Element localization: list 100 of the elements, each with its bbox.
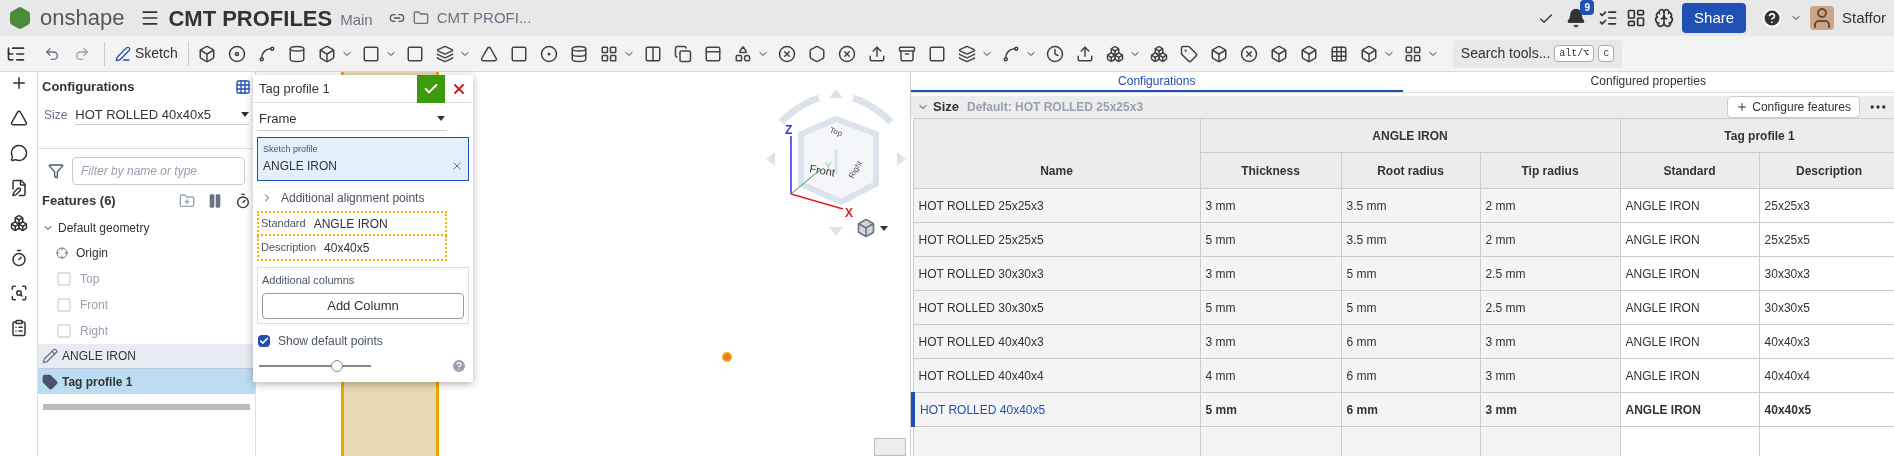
boxes-icon[interactable] xyxy=(1149,44,1168,63)
table-cell: 6 mm xyxy=(1341,358,1480,393)
table-cell: HOT ROLLED 25x25x3 xyxy=(913,188,1200,223)
pause-icon[interactable] xyxy=(207,193,223,209)
search-placeholder: Search tools... xyxy=(1460,44,1551,63)
notification-badge: 9 xyxy=(1580,0,1595,15)
user-name[interactable]: Staffor xyxy=(1842,6,1886,30)
logo-icon[interactable] xyxy=(8,6,32,30)
search-icon[interactable] xyxy=(9,284,28,302)
branch-label[interactable]: Main xyxy=(340,8,373,32)
add-folder-icon[interactable] xyxy=(179,193,195,209)
field-value[interactable]: ANGLE IRON xyxy=(313,214,388,233)
table-row[interactable]: HOT ROLLED 30x30x3 3 mm 5 mm 2.5 mm ANGLE IRON 30x30x3 xyxy=(913,256,1894,291)
caret-icon[interactable] xyxy=(437,116,445,121)
table-cell: 40x40x3 xyxy=(1759,324,1894,359)
scrollbar[interactable] xyxy=(43,404,250,410)
filter-icon[interactable] xyxy=(48,163,64,179)
table-cell: 30x30x3 xyxy=(1759,256,1894,291)
apps-icon[interactable] xyxy=(1626,8,1647,28)
plane-icon xyxy=(56,323,72,339)
feature-item[interactable]: Origin xyxy=(38,240,255,266)
table-row[interactable]: HOT ROLLED 40x40x3 3 mm 6 mm 3 mm ANGLE IRON 40x40x3 xyxy=(913,324,1894,359)
table-cell: ANGLE IRON xyxy=(1620,358,1760,393)
avatar-icon[interactable] xyxy=(1810,6,1835,30)
slider-thumb[interactable] xyxy=(331,359,344,372)
table-cell: 3 mm xyxy=(1480,324,1621,359)
tasks-icon[interactable] xyxy=(1598,8,1619,28)
column-header: Name xyxy=(913,118,1200,189)
field-label: Standard xyxy=(261,216,306,232)
configure-features-button[interactable]: Configure features xyxy=(1727,96,1860,118)
folder-label[interactable]: CMT PROFI... xyxy=(436,6,532,30)
pencil-icon xyxy=(115,45,131,62)
column-header: Root radius xyxy=(1341,152,1480,189)
table-cell: 25x25x3 xyxy=(1759,188,1894,223)
table-cell: 40x40x4 xyxy=(1759,358,1894,393)
notes-icon[interactable] xyxy=(9,179,28,197)
tag-icon[interactable] xyxy=(1179,44,1198,63)
comment-icon[interactable] xyxy=(9,144,28,162)
table-cell: 2.5 mm xyxy=(1480,290,1621,325)
folder-icon[interactable] xyxy=(412,10,429,26)
share-button[interactable]: Share xyxy=(1682,3,1747,33)
sketch-profile-field[interactable]: Sketch profile ANGLE IRON xyxy=(257,137,469,181)
table-cell: 3.5 mm xyxy=(1341,188,1480,223)
feature-item[interactable]: Default geometry xyxy=(38,215,255,240)
add-column-button[interactable]: Add Column xyxy=(262,292,464,319)
filter-field[interactable]: Filter by name or type xyxy=(72,157,245,185)
checkbox-label: Show default points xyxy=(278,332,383,350)
alignment-toggle[interactable]: Additional alignment points xyxy=(253,185,473,211)
default-label: Default: HOT ROLLED 25x25x3 xyxy=(967,99,1144,116)
table-cell: 4 mm xyxy=(1200,358,1341,393)
accept-button[interactable] xyxy=(417,74,445,103)
type-dropdown[interactable]: Frame xyxy=(257,107,447,131)
plane-icon xyxy=(56,271,72,287)
panel-tab[interactable]: Configured properties xyxy=(1402,72,1894,92)
stopwatch-icon[interactable] xyxy=(235,193,251,209)
checklist-icon[interactable] xyxy=(9,319,28,337)
cut-list-icon[interactable] xyxy=(1329,44,1348,63)
checkbox[interactable] xyxy=(258,334,270,347)
table-cell: 5 mm xyxy=(1200,290,1341,325)
bell-icon[interactable] xyxy=(1566,8,1587,28)
delete-icon[interactable] xyxy=(777,44,796,63)
table-view-icon[interactable] xyxy=(235,79,251,95)
search-tools-field[interactable]: Search tools... alt/⌥ c xyxy=(1452,39,1623,68)
table-row[interactable]: HOT ROLLED 40x40x5 5 mm 6 mm 3 mm ANGLE IRON 40x40x5 xyxy=(913,392,1894,427)
config-name: Size xyxy=(933,98,959,117)
table-cell: 2 mm xyxy=(1480,222,1621,257)
table-row[interactable]: HOT ROLLED 30x30x5 5 mm 5 mm 2.5 mm ANGLE IRON 30x30x5 xyxy=(913,290,1894,325)
column-group-header: ANGLE IRON xyxy=(1200,118,1621,153)
table-cell: 5 mm xyxy=(1341,256,1480,291)
undo-icon[interactable] xyxy=(44,45,60,62)
sketch-tools-icon[interactable] xyxy=(9,109,28,127)
plane-icon[interactable] xyxy=(927,44,946,63)
table-row[interactable]: HOT ROLLED 40x40x4 4 mm 6 mm 3 mm ANGLE IRON 40x40x4 xyxy=(913,358,1894,393)
size-label: Size xyxy=(44,107,68,124)
sketch-button[interactable]: Sketch xyxy=(111,43,182,64)
table-row[interactable]: HOT ROLLED 25x25x5 5 mm 3.5 mm 2 mm ANGLE IRON 25x25x5 xyxy=(913,222,1894,257)
caret-icon[interactable] xyxy=(241,112,249,117)
help-icon[interactable] xyxy=(1762,8,1783,28)
table-cell: ANGLE IRON xyxy=(1620,290,1760,325)
feature-item[interactable]: Tag profile 1 xyxy=(38,369,255,394)
caret-icon[interactable] xyxy=(880,225,888,231)
hole-icon[interactable] xyxy=(539,44,558,63)
plane-icon xyxy=(56,297,72,313)
parts-icon[interactable] xyxy=(9,214,28,232)
cube-icon[interactable] xyxy=(856,218,876,238)
feature-item[interactable]: ANGLE IRON xyxy=(38,344,255,369)
panel-tab[interactable]: Configurations xyxy=(911,72,1403,92)
cylinder-icon[interactable] xyxy=(569,44,588,63)
layout-icon[interactable] xyxy=(1403,44,1422,63)
timer-icon[interactable] xyxy=(9,249,28,267)
learning-icon[interactable] xyxy=(1654,8,1675,28)
table-cell: HOT ROLLED 30x30x5 xyxy=(913,290,1200,325)
table-row[interactable]: HOT ROLLED 25x25x3 3 mm 3.5 mm 2 mm ANGLE IRON 25x25x3 xyxy=(913,188,1894,223)
table-cell: 3 mm xyxy=(1480,392,1621,427)
field-label: Sketch profile xyxy=(263,143,319,157)
table-cell: 2.5 mm xyxy=(1480,256,1621,291)
size-dropdown[interactable]: HOT ROLLED 40x40x5 xyxy=(75,104,249,126)
table-cell: 3.5 mm xyxy=(1341,222,1480,257)
field-value[interactable]: 40x40x5 xyxy=(324,238,370,257)
table-cell: 5 mm xyxy=(1341,290,1480,325)
